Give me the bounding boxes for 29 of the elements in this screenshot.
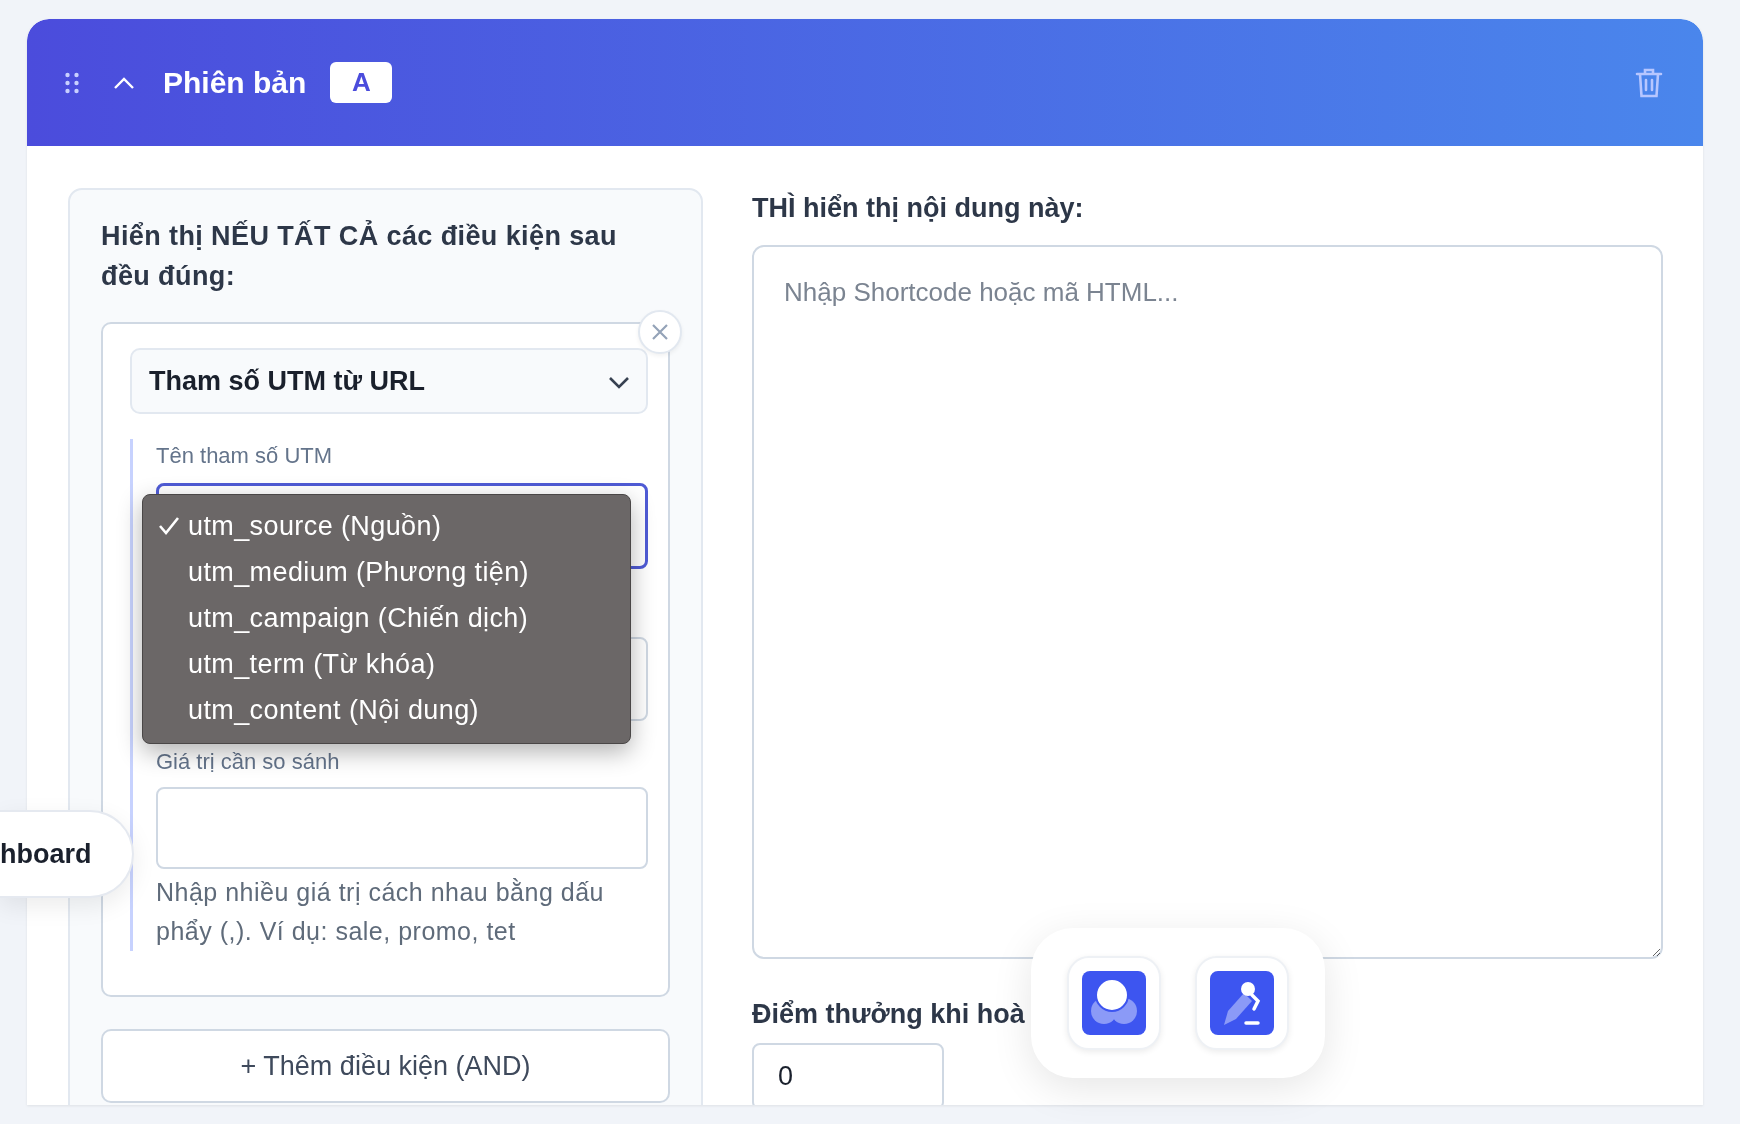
conditions-heading: Hiển thị NẾU TẤT CẢ các điều kiện sau đều đúng:: [101, 219, 618, 293]
chevron-down-icon: [608, 375, 630, 390]
reward-input[interactable]: 0: [752, 1043, 944, 1105]
close-icon: [651, 323, 669, 341]
reward-label: Điểm thưởng khi hoà: [752, 998, 1025, 1031]
overlapping-circles-icon: [1082, 971, 1146, 1035]
variant-title: Phiên bản: [163, 65, 307, 100]
dropdown-option[interactable]: utm_campaign (Chiến dịch): [143, 595, 630, 641]
field-label: Tên tham số UTM: [156, 442, 334, 470]
circles-app-button[interactable]: [1067, 956, 1161, 1050]
dropdown-option[interactable]: utm_medium (Phương tiện): [143, 549, 630, 595]
help-text: Nhập nhiều giá trị cách nhau bằng dấu phẩy (,). Ví dụ: sale, promo, tet: [156, 877, 605, 947]
trash-icon[interactable]: [1635, 66, 1663, 99]
remove-condition-button[interactable]: [638, 310, 682, 354]
dropdown-option[interactable]: utm_content (Nội dung): [143, 687, 630, 733]
dropdown-option[interactable]: utm_source (Nguồn): [143, 503, 630, 549]
drag-handle-icon[interactable]: [65, 71, 79, 94]
chevron-icon[interactable]: [113, 75, 135, 90]
add-condition-button[interactable]: + Thêm điều kiện (AND): [101, 1029, 670, 1103]
field-label: Giá trị cần so sánh: [156, 748, 341, 776]
dropdown-option[interactable]: utm_term (Từ khóa): [143, 641, 630, 687]
pen-app-button[interactable]: [1195, 956, 1289, 1050]
pen-icon: [1210, 971, 1274, 1035]
condition-type-select[interactable]: Tham số UTM từ URL: [130, 348, 648, 414]
value-input[interactable]: [156, 787, 648, 869]
dashboard-tab[interactable]: hboard: [0, 810, 134, 898]
variant-badge: A: [330, 62, 393, 103]
content-textarea[interactable]: Nhập Shortcode hoặc mã HTML...: [752, 245, 1663, 959]
content-heading: THÌ hiển thị nội dung này:: [752, 191, 1085, 225]
